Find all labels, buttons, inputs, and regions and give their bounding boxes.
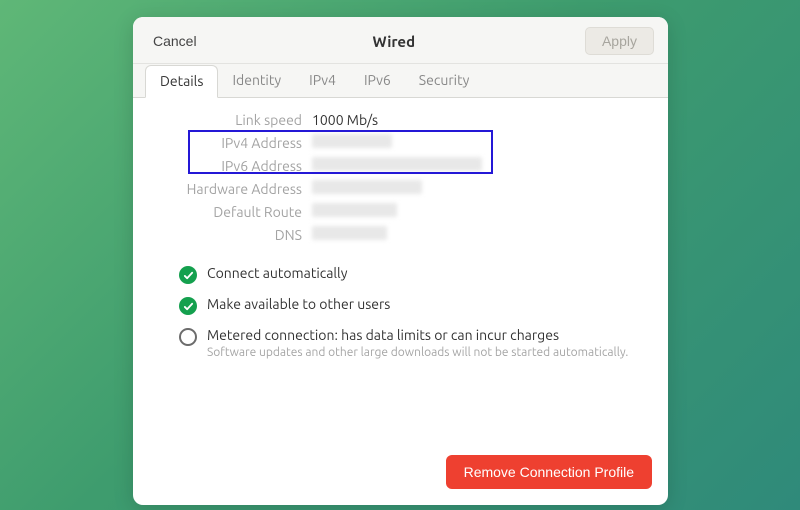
check-icon (179, 297, 197, 315)
default-route-value (312, 203, 644, 220)
cancel-button[interactable]: Cancel (147, 29, 203, 53)
tab-bar: Details Identity IPv4 IPv6 Security (133, 64, 668, 98)
details-grid: Link speed 1000 Mb/s IPv4 Address IPv6 A… (157, 112, 644, 243)
make-available-toggle[interactable]: Make available to other users (179, 296, 644, 315)
apply-button[interactable]: Apply (585, 27, 654, 55)
tab-ipv6[interactable]: IPv6 (350, 65, 405, 98)
link-speed-value: 1000 Mb/s (312, 112, 644, 128)
tab-details[interactable]: Details (145, 65, 218, 98)
ipv4-address-value (312, 134, 644, 151)
link-speed-label: Link speed (157, 112, 302, 128)
details-panel: Link speed 1000 Mb/s IPv4 Address IPv6 A… (133, 98, 668, 445)
hardware-address-value (312, 180, 644, 197)
tab-identity[interactable]: Identity (218, 65, 295, 98)
check-icon (179, 266, 197, 284)
remove-connection-button[interactable]: Remove Connection Profile (446, 455, 652, 489)
make-available-label: Make available to other users (207, 296, 390, 314)
dns-value (312, 226, 644, 243)
dns-label: DNS (157, 227, 302, 243)
metered-connection-sublabel: Software updates and other large downloa… (207, 346, 628, 359)
tab-security[interactable]: Security (405, 65, 484, 98)
connect-automatically-label: Connect automatically (207, 265, 347, 283)
network-settings-dialog: Cancel Wired Apply Details Identity IPv4… (133, 17, 668, 505)
radio-icon (179, 328, 197, 346)
dialog-footer: Remove Connection Profile (133, 445, 668, 505)
connect-automatically-toggle[interactable]: Connect automatically (179, 265, 644, 284)
dialog-title: Wired (203, 33, 585, 50)
hardware-address-label: Hardware Address (157, 181, 302, 197)
ipv4-address-label: IPv4 Address (157, 135, 302, 151)
metered-connection-label: Metered connection: has data limits or c… (207, 327, 628, 345)
options-section: Connect automatically Make available to … (157, 265, 644, 359)
tab-ipv4[interactable]: IPv4 (295, 65, 350, 98)
ipv6-address-value (312, 157, 644, 174)
metered-connection-toggle[interactable]: Metered connection: has data limits or c… (179, 327, 644, 359)
dialog-header: Cancel Wired Apply (133, 17, 668, 64)
default-route-label: Default Route (157, 204, 302, 220)
ipv6-address-label: IPv6 Address (157, 158, 302, 174)
